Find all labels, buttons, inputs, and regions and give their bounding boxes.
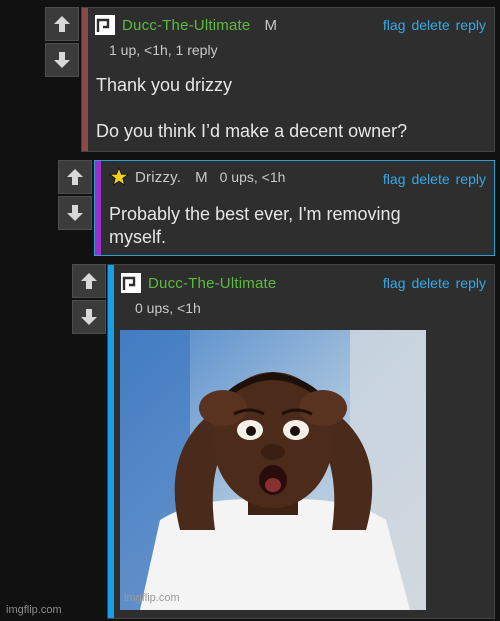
- footer-watermark: imgflip.com: [6, 604, 62, 616]
- comment-username[interactable]: Ducc-The-Ultimate: [148, 275, 276, 292]
- flag-link[interactable]: flag: [383, 171, 406, 187]
- vote-column-1: [45, 7, 79, 77]
- comment-body-line: myself.: [109, 227, 167, 247]
- comment-body-line: Probably the best ever, I'm removing: [109, 204, 401, 224]
- flag-link[interactable]: flag: [383, 17, 406, 33]
- vote-column-2: [58, 160, 92, 230]
- imgflip-user-icon[interactable]: [94, 14, 116, 36]
- reply-link[interactable]: reply: [456, 171, 486, 187]
- comment-meta: 0 ups, <1h: [135, 300, 201, 316]
- comment-2: Drizzy. M 0 ups, <1h flag delete reply Pro…: [94, 160, 495, 256]
- comment-username[interactable]: Drizzy.: [135, 169, 181, 186]
- reply-link[interactable]: reply: [456, 275, 486, 291]
- comment-1: Ducc-The-Ultimate M flag delete reply 1 up…: [81, 7, 495, 152]
- downvote-button[interactable]: [72, 300, 106, 334]
- downvote-button[interactable]: [58, 196, 92, 230]
- comment-actions: flag delete reply: [377, 275, 486, 291]
- imgflip-user-icon[interactable]: [120, 272, 142, 294]
- downvote-button[interactable]: [45, 43, 79, 77]
- comment-actions: flag delete reply: [377, 17, 486, 33]
- delete-link[interactable]: delete: [411, 17, 449, 33]
- arrow-down-icon: [54, 52, 70, 68]
- mod-badge: M: [264, 16, 277, 34]
- star-icon: [109, 167, 129, 186]
- upvote-button[interactable]: [45, 7, 79, 41]
- comment-username[interactable]: Ducc-The-Ultimate: [122, 17, 250, 34]
- arrow-down-icon: [67, 205, 83, 221]
- comment-depth-bar: [108, 265, 114, 618]
- reply-link[interactable]: reply: [456, 17, 486, 33]
- vote-column-3: [72, 264, 106, 334]
- delete-link[interactable]: delete: [411, 171, 449, 187]
- comment-actions: flag delete reply: [377, 171, 486, 187]
- photo-illustration: [120, 330, 426, 610]
- image-watermark: imgflip.com: [124, 592, 180, 604]
- delete-link[interactable]: delete: [411, 275, 449, 291]
- arrow-down-icon: [81, 309, 97, 325]
- upvote-button[interactable]: [72, 264, 106, 298]
- comment-meta: 1 up, <1h, 1 reply: [109, 42, 218, 58]
- arrow-up-icon: [81, 273, 97, 289]
- comment-depth-bar: [95, 161, 101, 255]
- upvote-button[interactable]: [58, 160, 92, 194]
- comment-body-line: Thank you drizzy: [96, 75, 233, 95]
- comment-depth-bar: [82, 8, 88, 151]
- flag-link[interactable]: flag: [383, 275, 406, 291]
- comment-meta: 0 ups, <1h: [219, 169, 286, 185]
- arrow-up-icon: [54, 16, 70, 32]
- comment-body-line: Do you think I’d make a decent owner?: [96, 121, 408, 141]
- shocked-man-holding-head-photo[interactable]: imgflip.com: [120, 330, 426, 610]
- mod-badge: M: [195, 168, 208, 186]
- arrow-up-icon: [67, 169, 83, 185]
